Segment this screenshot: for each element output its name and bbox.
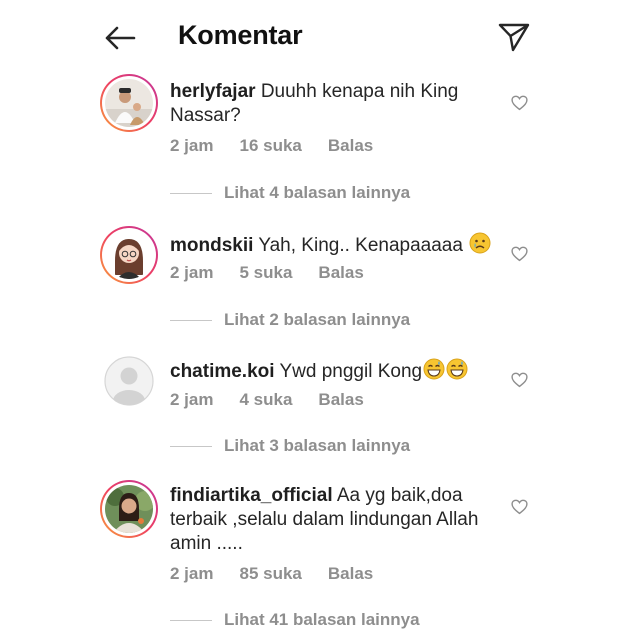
arrow-left-icon — [105, 26, 136, 50]
comment-meta: 2 jam 5 suka Balas — [170, 263, 390, 283]
back-button[interactable] — [100, 20, 140, 56]
default-avatar-icon — [104, 356, 154, 406]
reply-button[interactable]: Balas — [318, 390, 363, 410]
like-button[interactable] — [509, 497, 529, 517]
reply-button[interactable]: Balas — [328, 136, 373, 156]
share-button[interactable] — [494, 18, 534, 56]
reply-button[interactable]: Balas — [328, 564, 373, 584]
view-replies-label: Lihat 41 balasan lainnya — [224, 610, 420, 629]
comment-likes[interactable]: 4 suka — [239, 390, 292, 410]
comment-meta: 2 jam 85 suka Balas — [170, 564, 399, 584]
avatar[interactable] — [100, 74, 158, 132]
like-button[interactable] — [509, 370, 529, 390]
grinning-sweat-emoji-icon — [423, 358, 445, 380]
divider — [170, 619, 212, 621]
comment-meta: 2 jam 4 suka Balas — [170, 390, 390, 410]
comment-likes[interactable]: 85 suka — [239, 564, 301, 584]
comment-username[interactable]: findiartika_official — [170, 485, 333, 506]
paper-plane-icon — [498, 23, 530, 52]
comment-username[interactable]: herlyfajar — [170, 81, 256, 102]
view-replies-button[interactable]: Lihat 3 balasan lainnya — [170, 436, 410, 456]
like-button[interactable] — [509, 244, 529, 264]
photo-avatar-icon — [105, 79, 153, 127]
view-replies-label: Lihat 4 balasan lainnya — [224, 183, 411, 202]
photo-avatar-icon — [105, 485, 153, 533]
heart-icon — [510, 372, 528, 388]
comment-text-block: herlyfajar Duuhh kenapa nih King Nassar? — [170, 80, 480, 128]
page-title: Komentar — [178, 20, 303, 50]
divider — [170, 445, 212, 447]
comment-text: Ywd pnggil Kong — [279, 361, 423, 382]
divider — [170, 192, 212, 194]
comment-username[interactable]: chatime.koi — [170, 361, 275, 382]
avatar[interactable] — [100, 480, 158, 538]
heart-icon — [510, 95, 528, 111]
comment-likes[interactable]: 5 suka — [239, 263, 292, 283]
reply-button[interactable]: Balas — [318, 263, 363, 283]
crying-face-emoji-icon — [469, 232, 491, 254]
view-replies-button[interactable]: Lihat 41 balasan lainnya — [170, 610, 420, 630]
view-replies-label: Lihat 3 balasan lainnya — [224, 436, 411, 455]
avatar[interactable] — [100, 226, 158, 284]
illustrated-avatar-icon — [105, 231, 153, 279]
comment-likes[interactable]: 16 suka — [239, 136, 301, 156]
comment-text-block: mondskii Yah, King.. Kenapaaaaa — [170, 232, 500, 258]
like-button[interactable] — [509, 93, 529, 113]
heart-icon — [510, 499, 528, 515]
view-replies-button[interactable]: Lihat 4 balasan lainnya — [170, 183, 410, 203]
comment-text-block: chatime.koi Ywd pnggil Kong — [170, 358, 500, 384]
grinning-sweat-emoji-icon — [446, 358, 468, 380]
divider — [170, 319, 212, 321]
view-replies-button[interactable]: Lihat 2 balasan lainnya — [170, 310, 410, 330]
comment-meta: 2 jam 16 suka Balas — [170, 136, 399, 156]
comment-time: 2 jam — [170, 263, 214, 282]
comment-username[interactable]: mondskii — [170, 235, 253, 256]
avatar[interactable] — [100, 352, 158, 410]
view-replies-label: Lihat 2 balasan lainnya — [224, 310, 411, 329]
comment-time: 2 jam — [170, 136, 214, 155]
comment-time: 2 jam — [170, 390, 214, 409]
heart-icon — [510, 246, 528, 262]
comment-time: 2 jam — [170, 564, 214, 583]
comment-text: Yah, King.. Kenapaaaaa — [258, 235, 463, 256]
header-bar: Komentar — [0, 0, 640, 76]
comment-text-block: findiartika_official Aa yg baik,doa terb… — [170, 484, 480, 556]
